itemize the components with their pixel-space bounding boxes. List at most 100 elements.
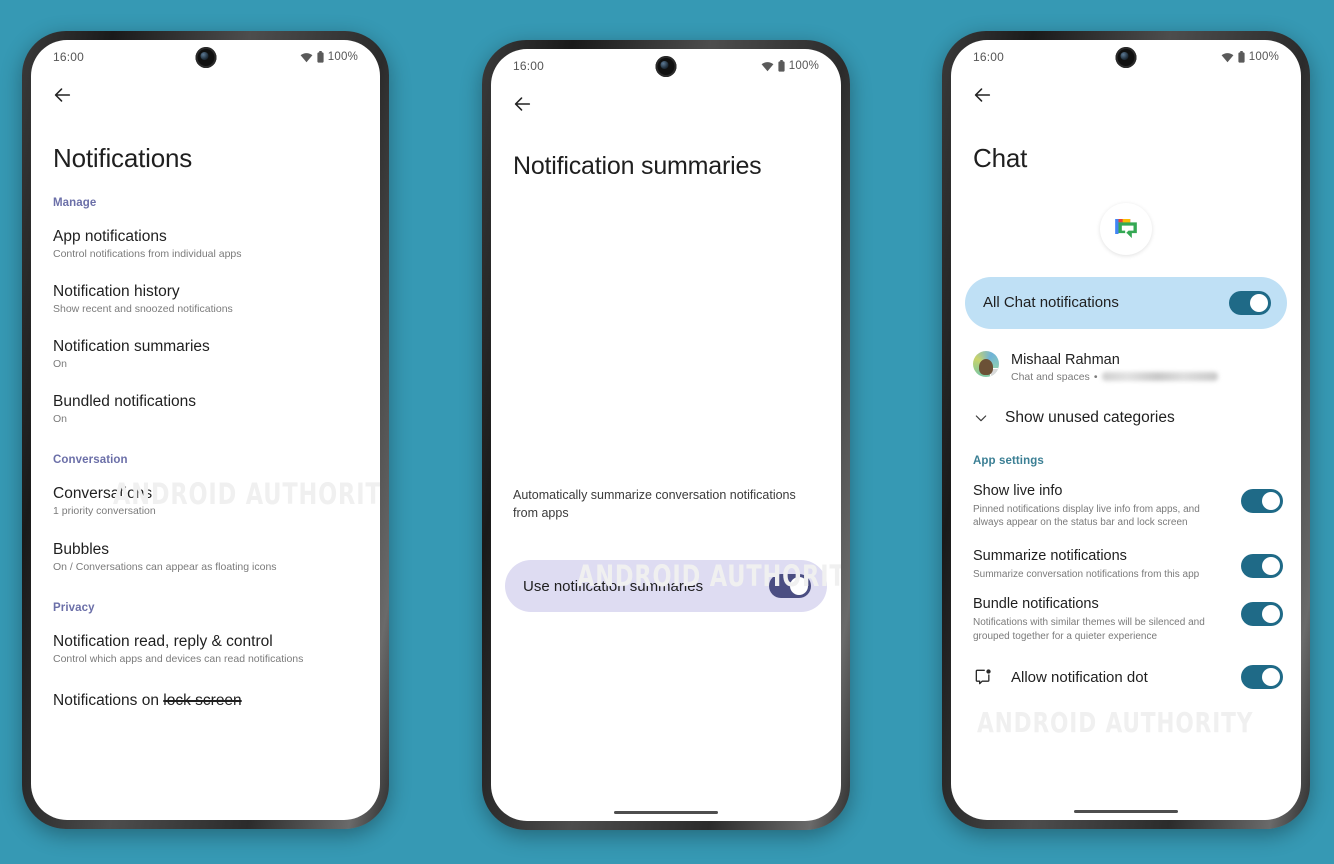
screenshot-canvas: 16:00 100% Notifications Manage App noti… [0,0,1334,864]
toggle-knob [1262,491,1280,510]
phone2-back-row[interactable] [491,83,841,115]
toggle-knob [1250,293,1268,312]
toggle-knob [1262,556,1280,575]
person-subtitle-separator: • [1093,370,1098,383]
watermark: ANDROID AUTHORITY [977,706,1254,739]
toggle-knob [790,577,808,596]
list-item-subtitle: On [53,413,68,426]
setting-row-show-live-info[interactable]: Show live info Pinned notifications disp… [951,483,1301,530]
phone3-status-bar: 16:00 100% [951,40,1301,74]
setting-row-summarize-notifications[interactable]: Summarize notifications Summarize conver… [951,548,1301,582]
phone-device-1: 16:00 100% Notifications Manage App noti… [22,31,389,829]
wifi-icon [300,52,313,62]
phone3-back-row[interactable] [951,74,1301,106]
app-icon-container [951,202,1301,255]
page-title: Chat [973,143,1028,173]
list-item-notification-read-reply-control[interactable]: Notification read, reply & control Contr… [31,632,380,667]
conversation-person-row[interactable]: Mishaal Rahman Chat and spaces • [951,350,1301,383]
redacted-subtitle [1101,372,1218,382]
list-item-notification-summaries[interactable]: Notification summaries On [31,337,380,372]
battery-percent: 100% [1248,51,1279,63]
status-indicators: 100% [300,51,358,63]
list-item-notifications-on-lock-screen[interactable]: Notifications on lock screen [31,691,380,710]
list-item-subtitle: On [53,358,68,370]
battery-percent: 100% [788,60,819,72]
list-item-title: Notifications on lock screen [53,691,358,710]
list-item-subtitle: Control which apps and devices can read … [53,653,304,666]
chevron-down-icon[interactable] [973,410,989,426]
lock-screen-prefix: Notifications on [53,691,164,709]
wifi-icon [1221,52,1234,62]
phone2-screen: 16:00 100% Notification summaries Automa… [491,49,841,821]
phone-device-3: 16:00 100% Chat All Chat notifications M… [942,31,1310,829]
status-time: 16:00 [513,59,545,73]
front-camera-punch-hole [655,56,677,77]
list-item-title: Bundled notifications [53,392,197,410]
list-item-subtitle: On / Conversations can appear as floatin… [53,561,277,574]
lock-screen-struck: lock screen [163,691,242,709]
battery-icon [1238,51,1245,63]
show-unused-categories-label: Show unused categories [1005,408,1175,426]
setting-title: Bundle notifications [973,595,1099,612]
back-arrow-icon[interactable] [51,84,73,106]
setting-title: Show live info [973,482,1063,499]
person-subtitle-text: Chat and spaces [1011,370,1090,383]
use-notification-summaries-card[interactable]: Use notification summaries [505,560,827,613]
phone-device-2: 16:00 100% Notification summaries Automa… [482,40,850,830]
list-item-bundled-notifications[interactable]: Bundled notifications On [31,392,380,427]
allow-notification-dot-row[interactable]: Allow notification dot [951,665,1301,690]
use-notification-summaries-label: Use notification summaries [523,577,704,595]
all-chat-notifications-label: All Chat notifications [983,294,1119,312]
section-header-privacy: Privacy [53,601,95,614]
all-chat-notifications-card[interactable]: All Chat notifications [965,276,1287,329]
notification-dot-icon [975,669,991,685]
toggle-knob [1262,668,1280,687]
allow-notification-dot-label: Allow notification dot [1011,668,1148,686]
list-item-notification-history[interactable]: Notification history Show recent and sno… [31,282,380,317]
google-chat-icon [1100,202,1152,255]
list-item-title: App notifications [53,227,167,245]
wifi-icon [761,61,774,71]
list-item-subtitle: 1 priority conversation [53,505,156,518]
status-indicators: 100% [1221,51,1279,63]
phone3-screen: 16:00 100% Chat All Chat notifications M… [951,40,1301,820]
summarize-notifications-toggle[interactable] [1241,553,1283,578]
avatar-badge-icon [990,367,999,377]
battery-icon [317,51,324,63]
status-time: 16:00 [973,50,1005,64]
gesture-navigation-bar[interactable] [614,810,718,814]
phone1-back-row[interactable] [31,74,380,106]
page-title: Notification summaries [513,152,762,180]
show-live-info-toggle[interactable] [1241,488,1283,513]
gesture-navigation-bar[interactable] [1074,809,1178,813]
list-item-title: Notification read, reply & control [53,632,273,650]
user-avatar [973,350,999,377]
phone1-screen: 16:00 100% Notifications Manage App noti… [31,40,380,820]
setting-subtitle: Pinned notifications display live info f… [973,503,1200,529]
list-item-title: Notification summaries [53,337,210,355]
back-arrow-icon[interactable] [971,84,993,106]
list-item-subtitle: Show recent and snoozed notifications [53,302,233,315]
list-item-title: Notification history [53,282,180,300]
setting-row-bundle-notifications[interactable]: Bundle notifications Notifications with … [951,596,1301,643]
list-item-conversations[interactable]: Conversations 1 priority conversation [31,484,380,519]
bundle-notifications-toggle[interactable] [1241,601,1283,626]
use-notification-summaries-toggle[interactable] [769,574,811,599]
list-item-app-notifications[interactable]: App notifications Control notifications … [31,227,380,262]
back-arrow-icon[interactable] [511,93,533,115]
summaries-description: Automatically summarize conversation not… [513,488,796,521]
battery-icon [778,60,785,72]
front-camera-punch-hole [195,47,216,68]
page-title: Notifications [53,143,193,173]
status-indicators: 100% [761,60,819,72]
section-header-manage: Manage [53,196,97,209]
list-item-bubbles[interactable]: Bubbles On / Conversations can appear as… [31,540,380,575]
list-item-title: Bubbles [53,540,110,558]
all-chat-notifications-toggle[interactable] [1229,290,1271,315]
setting-subtitle: Summarize conversation notifications fro… [973,569,1200,581]
section-header-conversation: Conversation [53,453,128,466]
allow-notification-dot-toggle[interactable] [1241,665,1283,690]
show-unused-categories-row[interactable]: Show unused categories [951,409,1301,427]
setting-subtitle: Notifications with similar themes will b… [973,617,1205,642]
battery-percent: 100% [327,51,358,63]
